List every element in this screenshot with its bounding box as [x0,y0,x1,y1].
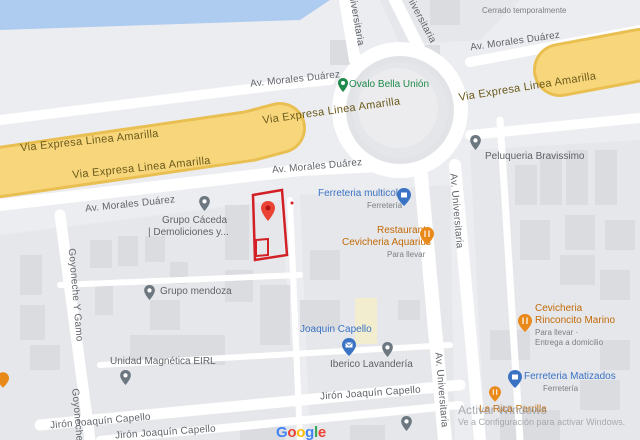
poi-grupo-mendoza-label[interactable]: Grupo mendoza [160,287,232,297]
logo-letter: o [296,424,306,440]
map-canvas[interactable]: Av. Morales Duárez Av. Morales Duárez Av… [0,0,640,440]
place-pin-icon[interactable] [401,416,412,436]
park-pin-icon[interactable] [338,78,348,97]
restaurant-icon[interactable] [0,372,9,393]
logo-letter: G [276,424,288,440]
place-pin-icon[interactable] [120,370,131,390]
poi-unidad-magnetica-label[interactable]: Unidad Magnética EIRL [110,357,216,367]
poi-restaurant-label-2[interactable]: Cevicheria Aquarius [342,238,431,248]
poi-peluqueria-label[interactable]: Peluqueria Bravissimo [485,152,585,162]
poi-grupo-caceda-label-1[interactable]: Grupo Cáceda [162,216,227,226]
poi-service: Para llevar · [535,328,579,337]
poi-ferreteria-multicolor-label[interactable]: Ferreteria multicolor [318,189,407,199]
poi-service: Para llevar [387,250,426,259]
shopping-bag-icon[interactable] [397,188,411,211]
poi-ovalo-label[interactable]: Ovalo Bella Unión [349,80,429,90]
selected-location-marker-icon[interactable] [261,201,275,226]
restaurant-icon[interactable] [420,227,434,250]
poi-service: Entrega a domicilio [535,338,604,347]
mail-icon[interactable] [342,338,356,361]
place-pin-icon[interactable] [470,135,481,155]
poi-status-text: Cerrado temporalmente [482,6,567,15]
google-logo: Google [276,424,326,440]
watermark-subtitle: Ve a Configuración para activar Windows. [458,417,626,427]
poi-rinconcito-label-1[interactable]: Cevicheria [535,304,582,314]
poi-restaurant-label-1[interactable]: Restaurant [377,226,426,236]
poi-joaquin-capello-label[interactable]: Joaquin Capello [300,325,372,335]
poi-iberico-label[interactable]: Iberico Lavandería [330,360,413,370]
poi-category: Ferretería [543,384,579,393]
place-pin-icon[interactable] [144,285,155,305]
watermark-title: Activar Windows [458,403,547,417]
poi-grupo-caceda-label-2[interactable]: | Demoliciones y... [148,228,229,238]
logo-letter: e [317,424,326,440]
windows-activation-watermark: Activar Windows Ve a Configuración para … [458,403,625,427]
restaurant-icon[interactable] [518,314,532,337]
poi-rinconcito-label-2[interactable]: Rinconcito Marino [535,316,615,326]
place-pin-icon[interactable] [199,196,210,216]
logo-letter: g [305,424,314,440]
poi-ferreteria-matizados-label[interactable]: Ferreteria Matizados [524,372,616,382]
logo-letter: o [287,424,297,440]
shopping-bag-icon[interactable] [508,370,522,393]
